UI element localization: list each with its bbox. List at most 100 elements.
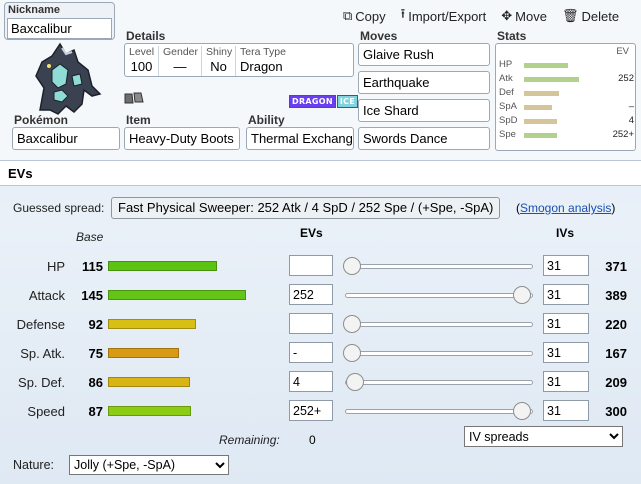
stat-base-value: 86 bbox=[88, 375, 103, 390]
ev-slider-thumb[interactable] bbox=[513, 402, 531, 420]
stat-row: Attack 145 389 bbox=[0, 282, 641, 311]
nature-select[interactable]: Jolly (+Spe, -SpA) bbox=[69, 455, 229, 475]
stat-name: Defense bbox=[16, 317, 65, 332]
stat-base-bar bbox=[108, 319, 196, 329]
base-column-header: Base bbox=[76, 230, 104, 244]
tera-type-cell: Tera Type Dragon bbox=[240, 46, 286, 74]
stats-mini-row: Atk 252 bbox=[499, 73, 634, 85]
move-slot-3[interactable]: Ice Shard bbox=[358, 99, 490, 122]
ev-slider-thumb[interactable] bbox=[513, 286, 531, 304]
stats-mini-row: SpA – bbox=[499, 101, 634, 113]
stat-name: Speed bbox=[27, 404, 65, 419]
stats-mini-bar bbox=[524, 77, 579, 82]
ev-slider-thumb[interactable] bbox=[343, 344, 361, 362]
stat-total: 371 bbox=[605, 259, 627, 274]
details-box[interactable]: Level 100 Gender — Shiny No Tera Type Dr… bbox=[124, 43, 354, 77]
stat-total: 220 bbox=[605, 317, 627, 332]
stat-base-bar bbox=[108, 377, 190, 387]
stats-mini-label: SpD bbox=[499, 115, 518, 126]
iv-input[interactable] bbox=[543, 371, 589, 392]
ev-slider-thumb[interactable] bbox=[343, 315, 361, 333]
ev-slider-thumb[interactable] bbox=[345, 373, 364, 391]
ev-input[interactable] bbox=[289, 400, 333, 421]
item-field[interactable]: Heavy-Duty Boots bbox=[124, 127, 240, 150]
iv-input[interactable] bbox=[543, 284, 589, 305]
stats-mini-ev: 252+ bbox=[612, 129, 634, 140]
stats-mini-row: Spe 252+ bbox=[499, 129, 634, 141]
ev-slider-track[interactable] bbox=[345, 351, 533, 356]
evs-title: EVs bbox=[8, 166, 33, 181]
level-cell: Level 100 bbox=[125, 46, 159, 76]
iv-input[interactable] bbox=[543, 400, 589, 421]
move-button[interactable]: ✥ Move bbox=[501, 5, 547, 27]
stats-mini-ev: 4 bbox=[628, 115, 634, 126]
stat-total: 167 bbox=[605, 346, 627, 361]
ev-slider-track[interactable] bbox=[345, 322, 533, 327]
stats-mini-box[interactable]: EV HP Atk 252 Def SpA – SpD 4 Spe 252+ bbox=[495, 43, 636, 151]
move-slot-4[interactable]: Swords Dance bbox=[358, 127, 490, 150]
evs-header: EVs bbox=[0, 160, 641, 186]
iv-input[interactable] bbox=[543, 342, 589, 363]
ev-slider-track[interactable] bbox=[345, 293, 533, 298]
ev-slider-track[interactable] bbox=[345, 380, 533, 385]
ev-slider-thumb[interactable] bbox=[343, 257, 361, 275]
stats-mini-label: Spe bbox=[499, 129, 516, 140]
stats-mini-ev: 252 bbox=[618, 73, 634, 84]
ev-slider-track[interactable] bbox=[345, 264, 533, 269]
stat-base-value: 145 bbox=[81, 288, 103, 303]
delete-button[interactable]: 🗑 Delete bbox=[562, 5, 619, 27]
stat-name: Attack bbox=[28, 288, 65, 303]
ev-slider-track[interactable] bbox=[345, 409, 533, 414]
stat-base-value: 75 bbox=[88, 346, 103, 361]
nature-label: Nature: bbox=[13, 458, 54, 472]
guessed-spread-button[interactable]: Fast Physical Sweeper: 252 Atk / 4 SpD /… bbox=[111, 197, 501, 219]
move-slot-1[interactable]: Glaive Rush bbox=[358, 43, 490, 66]
nickname-input[interactable] bbox=[7, 18, 112, 39]
iv-spreads-select[interactable]: IV spreads bbox=[464, 426, 623, 447]
upload-icon: ⭱ bbox=[400, 6, 406, 21]
iv-input[interactable] bbox=[543, 313, 589, 334]
ev-input[interactable] bbox=[289, 284, 333, 305]
stat-base-value: 115 bbox=[82, 259, 103, 274]
smogon-analysis-link-wrap: (Smogon analysis) bbox=[516, 201, 616, 215]
ev-input[interactable] bbox=[289, 371, 333, 392]
iv-input[interactable] bbox=[543, 255, 589, 276]
nickname-box: Nickname bbox=[4, 2, 115, 40]
stats-mini-bar bbox=[524, 91, 559, 96]
import-export-button[interactable]: ⭱ Import/Export bbox=[401, 5, 487, 27]
stat-name: Sp. Atk. bbox=[20, 346, 65, 361]
ability-field[interactable]: Thermal Exchang bbox=[246, 127, 354, 150]
pokemon-sprite bbox=[35, 42, 102, 115]
stat-base-bar bbox=[108, 261, 217, 271]
type-badge-ice: ICE bbox=[336, 95, 359, 108]
stats-mini-label: SpA bbox=[499, 101, 517, 112]
copy-button[interactable]: ⧉ Copy bbox=[343, 5, 386, 27]
ev-input[interactable] bbox=[289, 255, 333, 276]
ev-input[interactable] bbox=[289, 313, 333, 334]
stat-total: 300 bbox=[605, 404, 627, 419]
pokemon-field[interactable]: Baxcalibur bbox=[12, 127, 120, 150]
stats-mini-rows: HP Atk 252 Def SpA – SpD 4 Spe 252+ bbox=[499, 59, 634, 149]
evs-column-header: EVs bbox=[300, 226, 323, 240]
guessed-spread-label: Guessed spread: bbox=[13, 201, 105, 215]
pokemon-label: Pokémon bbox=[14, 113, 69, 127]
move-slot-2[interactable]: Earthquake bbox=[358, 71, 490, 94]
stat-row: HP 115 371 bbox=[0, 253, 641, 282]
stats-mini-row: SpD 4 bbox=[499, 115, 634, 127]
stat-total: 209 bbox=[605, 375, 627, 390]
stats-mini-bar bbox=[524, 105, 552, 110]
stat-base-bar bbox=[108, 290, 246, 300]
move-icon: ✥ bbox=[501, 8, 513, 23]
nickname-label: Nickname bbox=[8, 4, 60, 16]
stat-total: 389 bbox=[605, 288, 627, 303]
type-badge-dragon: DRAGON bbox=[289, 95, 336, 108]
stat-base-bar bbox=[108, 348, 179, 358]
stats-mini-label: Atk bbox=[499, 73, 513, 84]
copy-icon: ⧉ bbox=[343, 8, 353, 23]
ev-input[interactable] bbox=[289, 342, 333, 363]
trash-icon: 🗑 bbox=[561, 8, 579, 23]
gender-cell: Gender — bbox=[159, 46, 202, 76]
stats-mini-bar bbox=[524, 133, 557, 138]
stat-row: Sp. Def. 86 209 bbox=[0, 369, 641, 398]
smogon-analysis-link[interactable]: Smogon analysis bbox=[520, 201, 611, 215]
